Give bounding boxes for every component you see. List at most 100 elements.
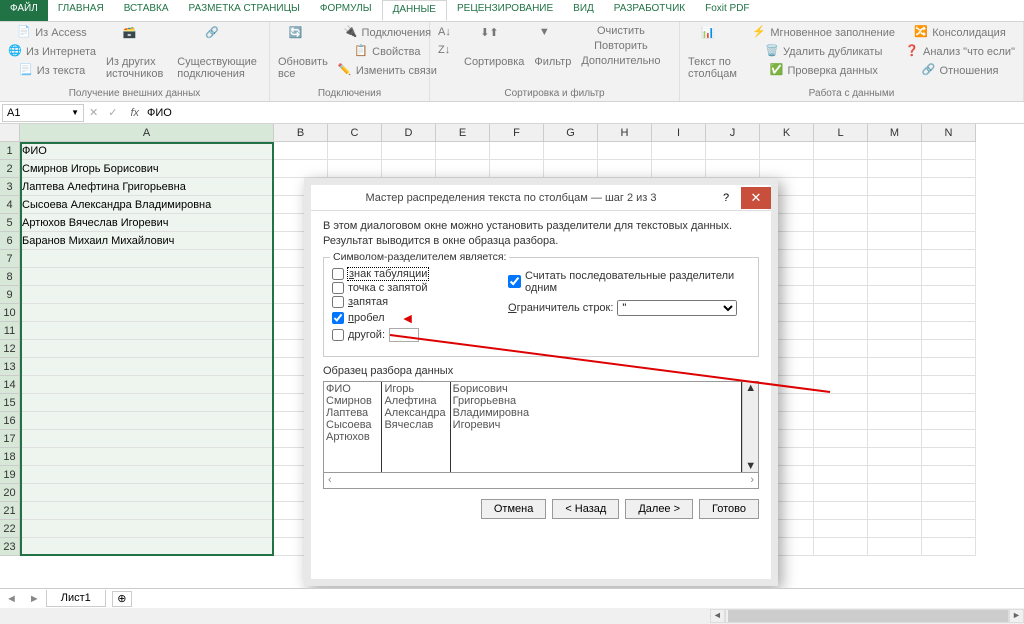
add-sheet-button[interactable]: ⊕ <box>112 591 132 607</box>
cell[interactable] <box>922 376 976 394</box>
cell[interactable] <box>814 322 868 340</box>
row-header[interactable]: 8 <box>0 268 20 286</box>
row-header[interactable]: 4 <box>0 196 20 214</box>
cell[interactable] <box>922 232 976 250</box>
cell[interactable] <box>868 232 922 250</box>
cell[interactable] <box>274 142 328 160</box>
cell[interactable] <box>20 286 274 304</box>
row-header[interactable]: 22 <box>0 520 20 538</box>
cell[interactable] <box>490 160 544 178</box>
cell[interactable] <box>544 160 598 178</box>
cell[interactable] <box>20 412 274 430</box>
cell[interactable] <box>814 268 868 286</box>
cell[interactable] <box>652 160 706 178</box>
chk-tab[interactable] <box>332 268 344 280</box>
cell[interactable] <box>598 160 652 178</box>
cell[interactable]: ФИО <box>20 142 274 160</box>
cell[interactable] <box>922 250 976 268</box>
cell[interactable] <box>868 448 922 466</box>
btn-text-to-columns[interactable]: 📊Текст по столбцам <box>686 24 744 82</box>
cell[interactable] <box>868 196 922 214</box>
cell[interactable] <box>706 160 760 178</box>
btn-filter[interactable]: ▼Фильтр <box>532 24 573 70</box>
cell[interactable] <box>490 142 544 160</box>
cell[interactable] <box>814 142 868 160</box>
cell[interactable] <box>382 160 436 178</box>
col-header-J[interactable]: J <box>706 124 760 142</box>
fx-icon[interactable]: fx <box>122 107 147 119</box>
cell[interactable] <box>814 484 868 502</box>
btn-clear[interactable]: Очистить <box>579 24 662 38</box>
cell[interactable] <box>922 466 976 484</box>
row-header[interactable]: 19 <box>0 466 20 484</box>
row-header[interactable]: 16 <box>0 412 20 430</box>
cell[interactable] <box>922 448 976 466</box>
col-header-K[interactable]: K <box>760 124 814 142</box>
cell[interactable] <box>20 538 274 556</box>
cell[interactable] <box>868 412 922 430</box>
select-all-corner[interactable] <box>0 124 20 142</box>
cell[interactable] <box>868 322 922 340</box>
cell[interactable] <box>760 160 814 178</box>
cancel-icon[interactable]: ✕ <box>84 106 103 119</box>
cell[interactable] <box>814 340 868 358</box>
cell[interactable] <box>922 178 976 196</box>
cell[interactable] <box>868 484 922 502</box>
cell[interactable] <box>868 160 922 178</box>
other-delim-input[interactable] <box>389 328 419 342</box>
cell[interactable] <box>20 304 274 322</box>
cell[interactable] <box>814 178 868 196</box>
cell[interactable] <box>922 340 976 358</box>
cell[interactable] <box>922 322 976 340</box>
tab-file[interactable]: ФАЙЛ <box>0 0 48 21</box>
col-header-M[interactable]: M <box>868 124 922 142</box>
cell[interactable] <box>814 430 868 448</box>
col-header-L[interactable]: L <box>814 124 868 142</box>
scroll-down-icon[interactable]: ▼ <box>743 460 758 472</box>
cell[interactable] <box>868 304 922 322</box>
btn-from-web[interactable]: 🌐Из Интернета <box>6 43 98 61</box>
cell[interactable] <box>922 394 976 412</box>
scroll-up-icon[interactable]: ▲ <box>743 382 758 394</box>
tab-formulas[interactable]: ФОРМУЛЫ <box>310 0 382 21</box>
cell[interactable] <box>868 520 922 538</box>
btn-advanced[interactable]: Дополнительно <box>579 54 662 68</box>
cell[interactable] <box>814 304 868 322</box>
chk-comma[interactable] <box>332 296 344 308</box>
col-header-D[interactable]: D <box>382 124 436 142</box>
cell[interactable] <box>922 196 976 214</box>
cell[interactable] <box>598 142 652 160</box>
btn-sort-az[interactable]: A↓Z↓ <box>436 24 456 62</box>
btn-whatif[interactable]: ❓Анализ "что если" <box>903 43 1017 61</box>
cell[interactable] <box>868 358 922 376</box>
cell[interactable] <box>20 376 274 394</box>
row-header[interactable]: 5 <box>0 214 20 232</box>
row-header[interactable]: 11 <box>0 322 20 340</box>
row-header[interactable]: 23 <box>0 538 20 556</box>
cell[interactable] <box>868 250 922 268</box>
cell[interactable] <box>20 394 274 412</box>
cell[interactable] <box>328 160 382 178</box>
sheet-nav-next[interactable]: ► <box>23 593 46 605</box>
btn-relationships[interactable]: 🔗Отношения <box>903 62 1017 80</box>
cell[interactable] <box>922 484 976 502</box>
col-header-H[interactable]: H <box>598 124 652 142</box>
cell[interactable] <box>20 250 274 268</box>
close-button[interactable]: ✕ <box>741 187 771 209</box>
btn-from-access[interactable]: 📄Из Access <box>6 24 98 42</box>
btn-properties[interactable]: 📋Свойства <box>336 43 439 61</box>
cell[interactable] <box>328 142 382 160</box>
row-header[interactable]: 3 <box>0 178 20 196</box>
btn-reapply[interactable]: Повторить <box>579 39 662 53</box>
cell[interactable] <box>706 142 760 160</box>
cell[interactable] <box>544 142 598 160</box>
cell[interactable] <box>814 250 868 268</box>
cell[interactable] <box>760 142 814 160</box>
cell[interactable] <box>814 196 868 214</box>
cell[interactable] <box>922 502 976 520</box>
col-header-B[interactable]: B <box>274 124 328 142</box>
row-header[interactable]: 9 <box>0 286 20 304</box>
preview-h-scroll[interactable]: ‹› <box>323 473 759 489</box>
btn-remove-dup[interactable]: 🗑️Удалить дубликаты <box>750 43 897 61</box>
cell[interactable] <box>922 358 976 376</box>
